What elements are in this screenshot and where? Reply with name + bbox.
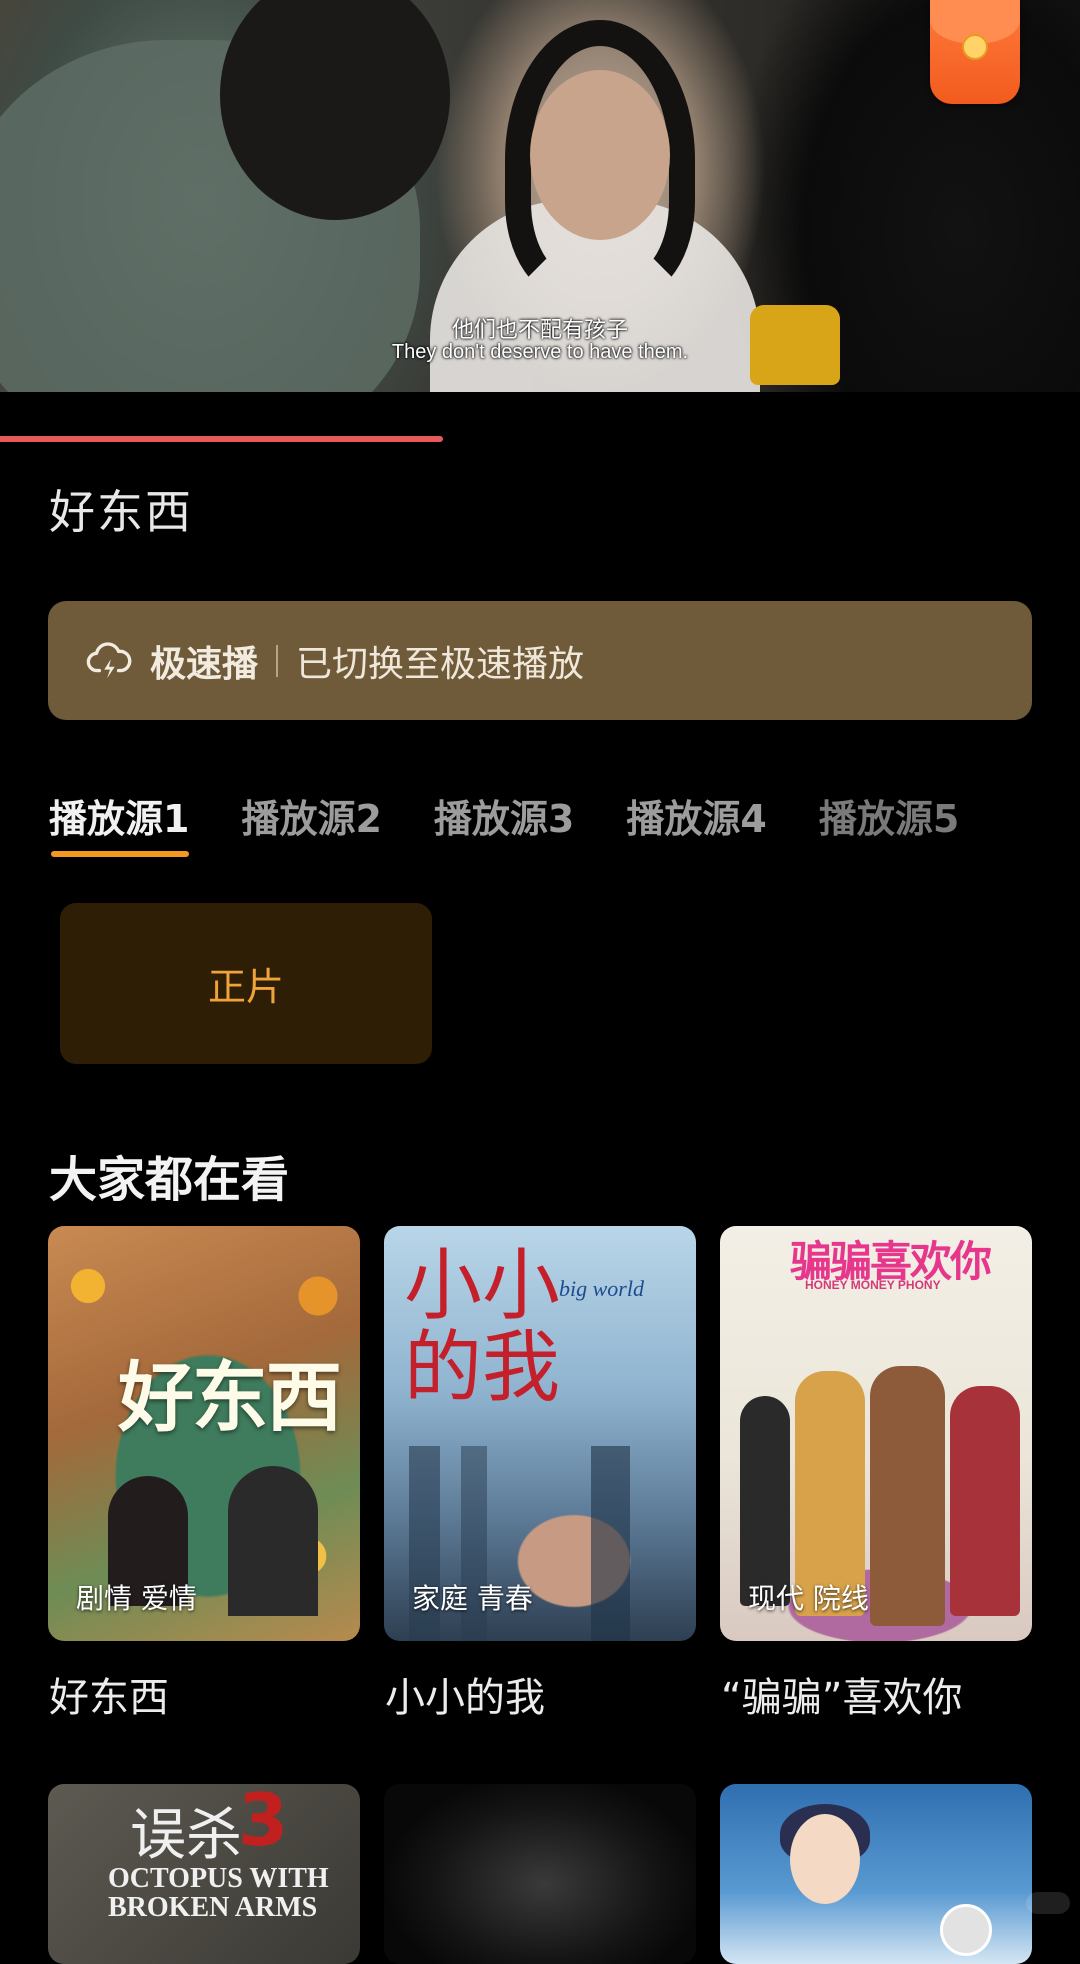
poster-number: 3 <box>238 1784 289 1862</box>
subtitle-chinese: 他们也不配有孩子 <box>451 318 628 343</box>
movie-title: 好东西 <box>49 485 193 539</box>
poster-tags: 剧情 爱情 <box>76 1582 197 1615</box>
watermark <box>1026 1892 1070 1914</box>
speed-play-notice: 极速播 已切换至极速播放 <box>48 601 1032 720</box>
poster-card[interactable] <box>384 1784 696 1964</box>
poster-subtitle: OCTOPUS WITH BROKEN ARMS <box>108 1863 329 1924</box>
poster-card[interactable]: 误杀 3 OCTOPUS WITH BROKEN ARMS <box>48 1784 360 1964</box>
cloud-lightning-icon <box>86 641 132 678</box>
subtitle-english: They don't deserve to have them. <box>391 341 689 363</box>
speed-play-message: 已切换至极速播放 <box>296 643 585 685</box>
section-heading: 大家都在看 <box>49 1152 290 1208</box>
video-player[interactable]: 他们也不配有孩子 They don't deserve to have them… <box>0 0 1080 392</box>
tab-source-2[interactable]: 播放源2 <box>241 788 381 843</box>
poster-title: 小小 的我 <box>404 1241 561 1413</box>
tab-source-5[interactable]: 播放源5 <box>819 788 959 843</box>
divider <box>276 644 279 677</box>
poster-card[interactable] <box>720 1784 1032 1964</box>
poster-title: 好东西 <box>118 1353 342 1442</box>
poster-tags: 现代 院线 <box>748 1582 869 1615</box>
tab-source-3[interactable]: 播放源3 <box>434 788 574 843</box>
movie-name[interactable]: “骗骗”喜欢你 <box>721 1665 962 1723</box>
red-envelope-icon[interactable] <box>930 0 1020 104</box>
playback-progress-bar[interactable] <box>0 436 1080 442</box>
poster-card[interactable]: 小小 的我 big world 家庭 青春 <box>384 1226 696 1641</box>
poster-tags: 家庭 青春 <box>412 1582 533 1615</box>
movie-name[interactable]: 小小的我 <box>385 1665 545 1723</box>
poster-subtitle: HONEY MONEY PHONY <box>805 1278 941 1292</box>
tab-source-4[interactable]: 播放源4 <box>626 788 766 843</box>
poster-subtitle: big world <box>559 1276 644 1301</box>
progress-fill <box>0 436 443 442</box>
poster-title: 误杀 <box>130 1803 242 1868</box>
poster-card[interactable]: 骗骗喜欢你 HONEY MONEY PHONY 现代 院线 <box>720 1226 1032 1641</box>
episode-button-main[interactable]: 正片 <box>60 903 432 1064</box>
speed-play-label: 极速播 <box>150 643 259 685</box>
source-tabs: 播放源1 播放源2 播放源3 播放源4 播放源5 <box>49 788 1011 857</box>
avatar <box>940 1904 992 1956</box>
movie-name[interactable]: 好东西 <box>49 1665 169 1723</box>
poster-card[interactable]: 好东西 剧情 爱情 <box>48 1226 360 1641</box>
tab-source-1[interactable]: 播放源1 <box>49 788 190 857</box>
